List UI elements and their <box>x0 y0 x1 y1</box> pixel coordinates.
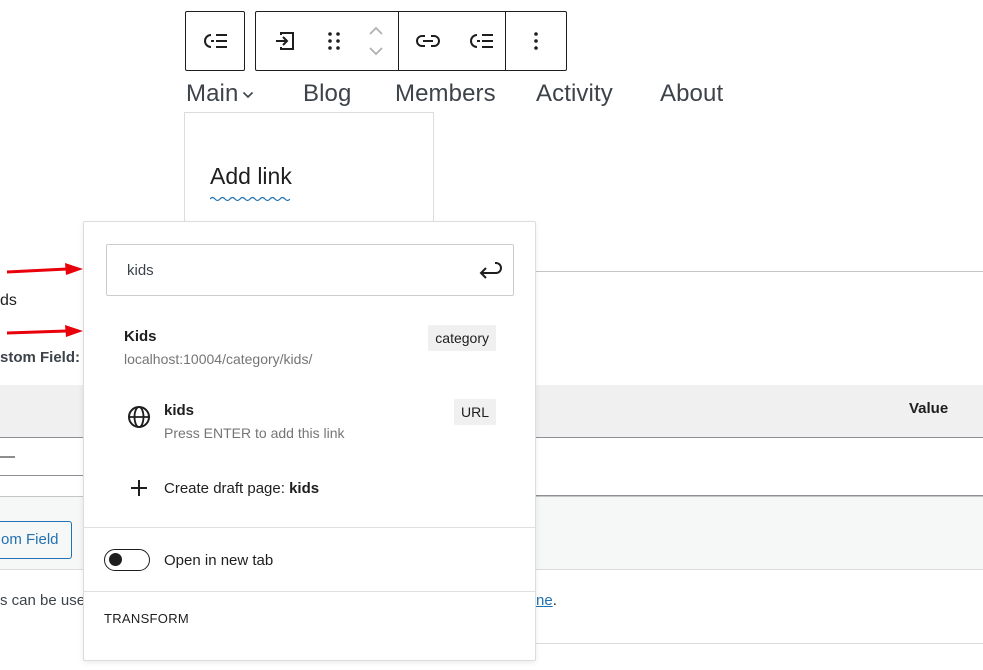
chevron-down-icon <box>243 91 254 98</box>
result-type-badge: URL <box>453 399 496 425</box>
nav-item-activity[interactable]: Activity <box>536 80 613 108</box>
link-search-input[interactable]: kids <box>106 244 514 296</box>
move-up-down-icon <box>369 26 383 56</box>
drag-handle-icon <box>328 32 340 50</box>
toggle-knob <box>109 553 122 566</box>
more-options-button[interactable] <box>506 12 566 70</box>
footer-period: . <box>552 592 557 609</box>
search-result-category[interactable]: Kids localhost:10004/category/kids/ cate… <box>106 318 514 378</box>
submenu-button[interactable] <box>256 12 314 70</box>
create-draft-label: Create draft page: kids <box>164 480 319 497</box>
result-url: localhost:10004/category/kids/ <box>124 351 313 367</box>
open-in-new-tab-toggle[interactable] <box>104 549 150 571</box>
documentation-link[interactable]: ne <box>536 592 553 609</box>
value-column-header: Value <box>909 400 949 417</box>
move-up-down-button[interactable] <box>354 12 398 70</box>
add-custom-field-button[interactable]: om Field <box>0 521 72 559</box>
dash-text: — <box>0 448 15 465</box>
globe-icon <box>128 406 150 428</box>
create-draft-page-name: kids <box>289 480 320 497</box>
add-link-item[interactable]: Add link <box>210 163 292 190</box>
create-draft-prefix: Create draft page: <box>164 480 285 497</box>
open-in-new-tab-label[interactable]: Open in new tab <box>164 552 273 569</box>
enter-icon[interactable] <box>477 258 503 284</box>
more-options-icon <box>534 32 538 50</box>
background-hr-bottom <box>536 643 983 644</box>
transform-section-label: TRANSFORM <box>104 611 190 626</box>
search-result-url[interactable]: kids Press ENTER to add this link URL <box>106 392 514 452</box>
list-view-icon <box>204 34 227 48</box>
nav-item-about[interactable]: About <box>660 80 723 108</box>
link-control-popover: kids Kids localhost:10004/category/kids/… <box>83 221 536 661</box>
result-title: Kids <box>124 328 157 345</box>
spellcheck-underline <box>210 196 290 202</box>
link-search-value: kids <box>127 262 154 279</box>
nav-item-main[interactable]: Main <box>186 80 254 108</box>
nav-item-members[interactable]: Members <box>395 80 496 108</box>
add-submenu-button[interactable] <box>457 12 505 70</box>
toolbar-group-list-view <box>185 11 245 71</box>
popover-divider <box>84 527 535 528</box>
result-title: kids <box>164 402 195 419</box>
annotation-arrow-result <box>6 325 83 337</box>
submenu-icon <box>276 32 294 50</box>
link-icon <box>416 35 440 47</box>
fields-heading-fragment: ds <box>0 292 17 309</box>
result-type-badge: category <box>428 325 496 351</box>
list-view-button[interactable] <box>186 12 244 70</box>
link-button[interactable] <box>399 12 457 70</box>
footer-help-link[interactable]: ne. <box>536 592 557 609</box>
popover-divider <box>84 591 535 592</box>
nav-item-blog[interactable]: Blog <box>303 80 351 108</box>
result-hint: Press ENTER to add this link <box>164 425 345 441</box>
nav-item-label: Main <box>186 80 239 107</box>
add-submenu-icon <box>470 34 493 48</box>
footer-help-text: s can be use <box>0 592 85 609</box>
toolbar-group-main <box>255 11 567 71</box>
plus-icon <box>131 480 147 496</box>
custom-field-label: stom Field: <box>0 349 81 366</box>
drag-handle[interactable] <box>314 12 354 70</box>
background-hr-top <box>536 271 983 272</box>
create-draft-page-option[interactable]: Create draft page: kids <box>106 472 514 508</box>
annotation-arrow-search <box>6 263 83 275</box>
name-field-row[interactable]: — <box>0 440 83 476</box>
footer-help-prefix: s can be use <box>0 592 86 609</box>
